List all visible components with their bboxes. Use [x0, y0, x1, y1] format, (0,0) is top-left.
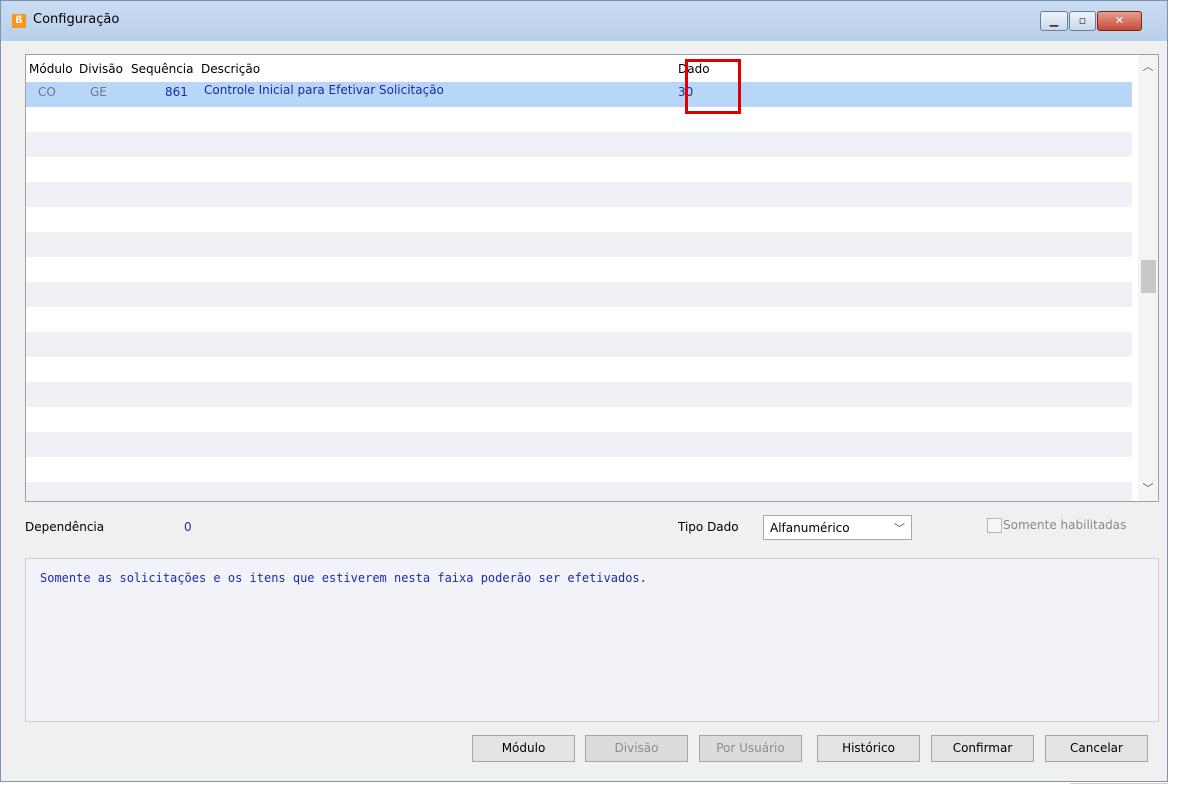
column-header-divisao[interactable]: Divisão [79, 62, 123, 76]
modulo-button-label: Módulo [501, 741, 546, 755]
maximize-icon: ▫ [1078, 14, 1087, 27]
divisao-button[interactable]: Divisão [585, 735, 688, 762]
empty-row [26, 182, 1132, 207]
scroll-up-icon[interactable]: ︿ [1138, 57, 1158, 77]
empty-row [26, 482, 1132, 501]
dependencia-value: 0 [184, 520, 192, 534]
close-button[interactable]: ✕ [1097, 11, 1142, 31]
empty-row [26, 432, 1132, 457]
historico-button[interactable]: Histórico [817, 735, 920, 762]
title-bar[interactable]: ß Configuração ▁ ▫ ✕ [1, 1, 1167, 41]
empty-row [26, 132, 1132, 157]
tipo-dado-label: Tipo Dado [678, 520, 739, 534]
scroll-down-icon[interactable]: ﹀ [1138, 479, 1158, 499]
empty-row [26, 407, 1132, 432]
empty-row [26, 332, 1132, 357]
client-area: Módulo Divisão Sequência Descrição Dado … [9, 41, 1159, 773]
grid-rows: CO GE 861 Controle Inicial para Efetivar… [26, 82, 1132, 501]
vertical-scrollbar[interactable]: ︿ ﹀ [1138, 55, 1158, 501]
close-icon: ✕ [1114, 14, 1125, 27]
config-grid[interactable]: Módulo Divisão Sequência Descrição Dado … [25, 54, 1159, 502]
column-header-modulo[interactable]: Módulo [29, 62, 73, 76]
empty-row [26, 207, 1132, 232]
empty-row [26, 382, 1132, 407]
chevron-down-icon: ﹀ [894, 522, 905, 535]
somente-habilitadas-label: Somente habilitadas [1003, 518, 1127, 532]
cancelar-button-label: Cancelar [1070, 741, 1123, 755]
maximize-button[interactable]: ▫ [1069, 11, 1096, 31]
window-title: Configuração [33, 12, 120, 27]
modulo-button[interactable]: Módulo [472, 735, 575, 762]
empty-row [26, 357, 1132, 382]
tipo-dado-selected: Alfanumérico [770, 521, 850, 535]
tipo-dado-select[interactable]: Alfanumérico ﹀ [763, 515, 912, 540]
dependencia-label: Dependência [25, 520, 105, 534]
empty-row [26, 457, 1132, 482]
empty-row [26, 107, 1132, 132]
description-memo[interactable]: Somente as solicitações e os itens que e… [25, 558, 1159, 722]
cell-sequencia: 861 [165, 85, 188, 99]
empty-row [26, 257, 1132, 282]
historico-button-label: Histórico [842, 741, 895, 755]
por-usuario-button[interactable]: Por Usuário [699, 735, 802, 762]
somente-habilitadas-checkbox[interactable] [987, 518, 1002, 533]
table-row[interactable]: CO GE 861 Controle Inicial para Efetivar… [26, 82, 1132, 107]
por-usuario-button-label: Por Usuário [716, 741, 785, 755]
empty-row [26, 307, 1132, 332]
cancelar-button[interactable]: Cancelar [1045, 735, 1148, 762]
confirmar-button[interactable]: Confirmar [931, 735, 1034, 762]
minimize-icon: ▁ [1049, 14, 1059, 27]
grid-header: Módulo Divisão Sequência Descrição Dado [26, 55, 1132, 82]
empty-row [26, 232, 1132, 257]
memo-text: Somente as solicitações e os itens que e… [40, 571, 647, 585]
dado-highlight-box [685, 59, 741, 114]
divisao-button-label: Divisão [614, 741, 659, 755]
app-logo-icon: ß [12, 14, 26, 28]
cell-descricao: Controle Inicial para Efetivar Solicitaç… [204, 83, 444, 97]
configuracao-window: ß Configuração ▁ ▫ ✕ Módulo Divisão Sequ… [0, 0, 1168, 782]
cell-modulo: CO [38, 85, 56, 99]
minimize-button[interactable]: ▁ [1040, 11, 1068, 31]
column-header-descricao[interactable]: Descrição [201, 62, 260, 76]
cell-divisao: GE [90, 85, 107, 99]
scrollbar-thumb[interactable] [1141, 260, 1156, 293]
empty-row [26, 157, 1132, 182]
empty-row [26, 282, 1132, 307]
column-header-sequencia[interactable]: Sequência [131, 62, 194, 76]
confirmar-button-label: Confirmar [952, 741, 1013, 755]
divider [1070, 783, 1168, 784]
